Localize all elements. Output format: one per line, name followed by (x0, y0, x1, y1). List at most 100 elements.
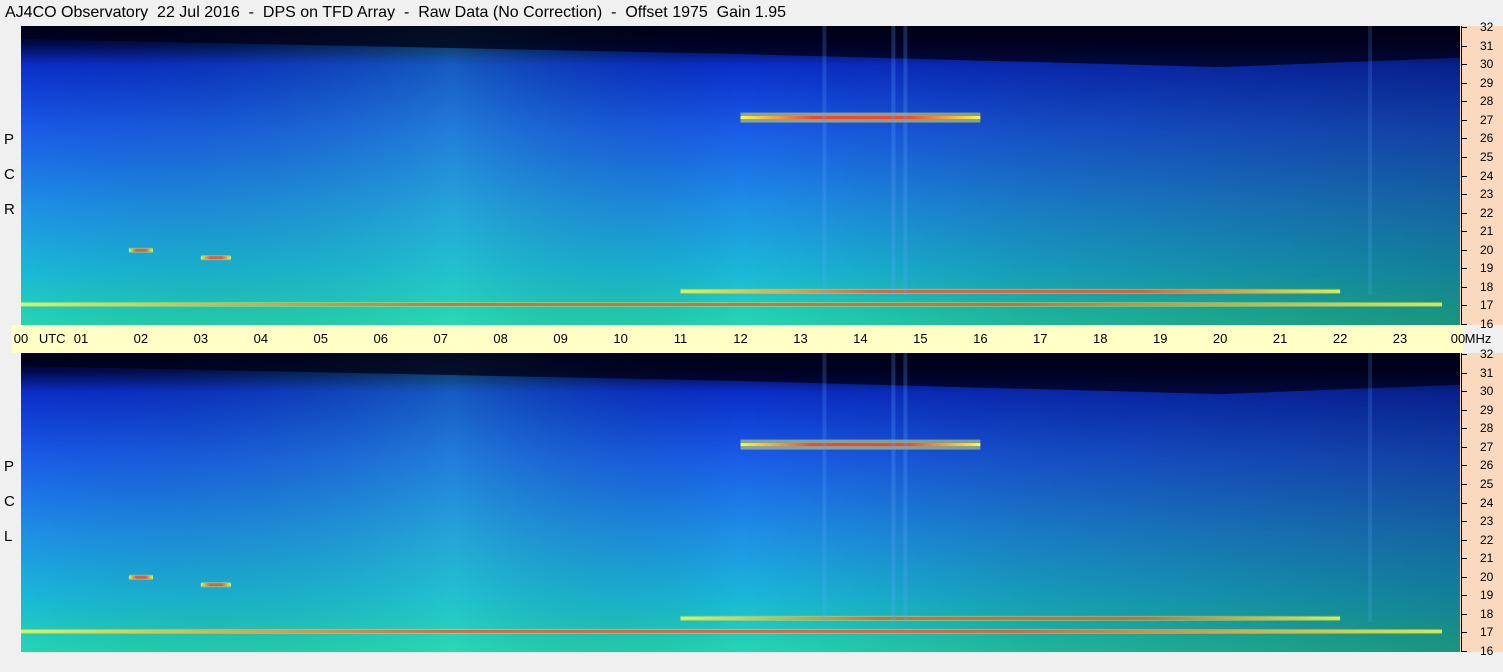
utc-tick-label: 02 (133, 331, 149, 346)
freq-tick (1461, 119, 1467, 121)
utc-unit-label: UTC (38, 331, 66, 346)
freq-tick (1461, 212, 1467, 214)
freq-tick (1461, 632, 1467, 634)
freq-tick (1461, 391, 1467, 393)
freq-tick-label: 29 (1480, 402, 1494, 417)
emission-band (200, 583, 231, 587)
interference-spike (1368, 353, 1373, 623)
freq-tick (1461, 194, 1467, 196)
freq-tick-label: 28 (1480, 94, 1494, 109)
rcp-frequency-axis: 16 17 18 19 20 21 22 23 24 25 26 27 28 29 30 31 32 (1460, 20, 1503, 331)
freq-tick-label: 16 (1480, 644, 1494, 658)
freq-tick (1461, 27, 1467, 28)
freq-tick (1461, 138, 1467, 140)
freq-tick (1461, 613, 1467, 615)
utc-tick-label: 17 (1033, 331, 1048, 346)
spectrogram-svg (21, 26, 1460, 325)
freq-tick-label: 22 (1480, 532, 1494, 547)
utc-tick-label: 23 (1392, 331, 1408, 346)
freq-tick-label: 19 (1480, 261, 1494, 276)
utc-tick-label: 16 (973, 331, 988, 346)
freq-tick (1461, 249, 1467, 251)
emission-band (128, 248, 153, 252)
utc-tick-label: 19 (1152, 331, 1168, 346)
utc-tick-label: 12 (733, 331, 748, 346)
lcp-label-letter: L (4, 528, 13, 545)
emission-band (200, 256, 231, 260)
freq-tick (1461, 483, 1467, 485)
freq-tick-label: 27 (1480, 439, 1494, 454)
rcp-label-letter: C (4, 166, 15, 183)
freq-tick-label: 30 (1480, 384, 1494, 399)
utc-tick-label: 11 (673, 331, 688, 346)
freq-tick-label: 18 (1480, 279, 1494, 294)
freq-tick (1461, 175, 1467, 177)
lcp-frequency-axis: 16 17 18 19 20 21 22 23 24 25 26 27 28 29 30 31 32 (1460, 347, 1503, 658)
lcp-label: P C L (0, 353, 20, 652)
emission-band (128, 575, 153, 579)
freq-tick (1461, 521, 1467, 523)
lcp-label-letter: C (4, 493, 15, 510)
rcp-label: P C R (0, 26, 20, 325)
freq-tick-label: 19 (1480, 588, 1494, 603)
rcp-spectrogram (21, 26, 1460, 325)
freq-tick-label: 16 (1480, 317, 1494, 331)
freq-tick (1461, 409, 1467, 411)
utc-tick-label: 05 (313, 331, 329, 346)
interference-spike (903, 353, 908, 623)
freq-tick-label: 32 (1480, 20, 1494, 34)
freq-tick (1461, 231, 1467, 233)
freq-tick (1461, 539, 1467, 541)
freq-tick-label: 23 (1480, 514, 1494, 529)
freq-tick-label: 26 (1480, 131, 1494, 146)
freq-tick-label: 20 (1480, 242, 1494, 257)
freq-tick-label: 31 (1480, 38, 1494, 53)
freq-tick (1461, 305, 1467, 307)
utc-tick-label: 21 (1272, 331, 1288, 346)
utc-tick-label: 22 (1332, 331, 1348, 346)
freq-tick (1461, 372, 1467, 374)
emission-band (740, 443, 981, 447)
freq-tick (1461, 156, 1467, 158)
freq-tick-label: 31 (1480, 365, 1494, 380)
freq-tick-label: 24 (1480, 495, 1494, 510)
freq-tick (1461, 82, 1467, 84)
freq-tick-label: 29 (1480, 75, 1494, 90)
utc-tick-label: 13 (793, 331, 808, 346)
freq-tick-label: 17 (1480, 298, 1494, 313)
freq-tick (1461, 268, 1467, 270)
freq-tick-label: 17 (1480, 625, 1494, 640)
freq-tick (1461, 354, 1467, 355)
freq-tick-label: 26 (1480, 458, 1494, 473)
utc-tick-label: 09 (553, 331, 568, 346)
utc-tick-label: 03 (193, 331, 209, 346)
freq-tick (1461, 595, 1467, 597)
rcp-label-letter: P (4, 131, 15, 148)
freq-tick (1461, 64, 1467, 66)
freq-tick (1461, 428, 1467, 430)
mhz-unit-label: MHz (1464, 331, 1492, 346)
emission-band (21, 302, 1443, 306)
utc-tick-label: 18 (1093, 331, 1108, 346)
freq-tick (1461, 502, 1467, 504)
spectrogram-shading (21, 353, 1460, 652)
interference-spike (891, 26, 896, 296)
freq-tick (1461, 651, 1467, 652)
utc-tick-label: 10 (613, 331, 628, 346)
freq-tick-label: 30 (1480, 57, 1494, 72)
interference-spike (822, 353, 827, 623)
interference-spike (1368, 26, 1373, 296)
utc-tick-label: 08 (493, 331, 508, 346)
freq-tick-label: 32 (1480, 347, 1494, 361)
freq-tick-label: 21 (1480, 224, 1494, 239)
utc-tick-label: 04 (253, 331, 269, 346)
utc-tick-label: 20 (1212, 331, 1228, 346)
utc-tick-label: 07 (433, 331, 448, 346)
emission-band (680, 616, 1341, 620)
emission-band (680, 289, 1341, 293)
interference-spike (891, 353, 896, 623)
emission-band (21, 629, 1443, 633)
freq-tick (1461, 446, 1467, 448)
lcp-label-letter: P (4, 458, 15, 475)
freq-tick-label: 22 (1480, 205, 1494, 220)
